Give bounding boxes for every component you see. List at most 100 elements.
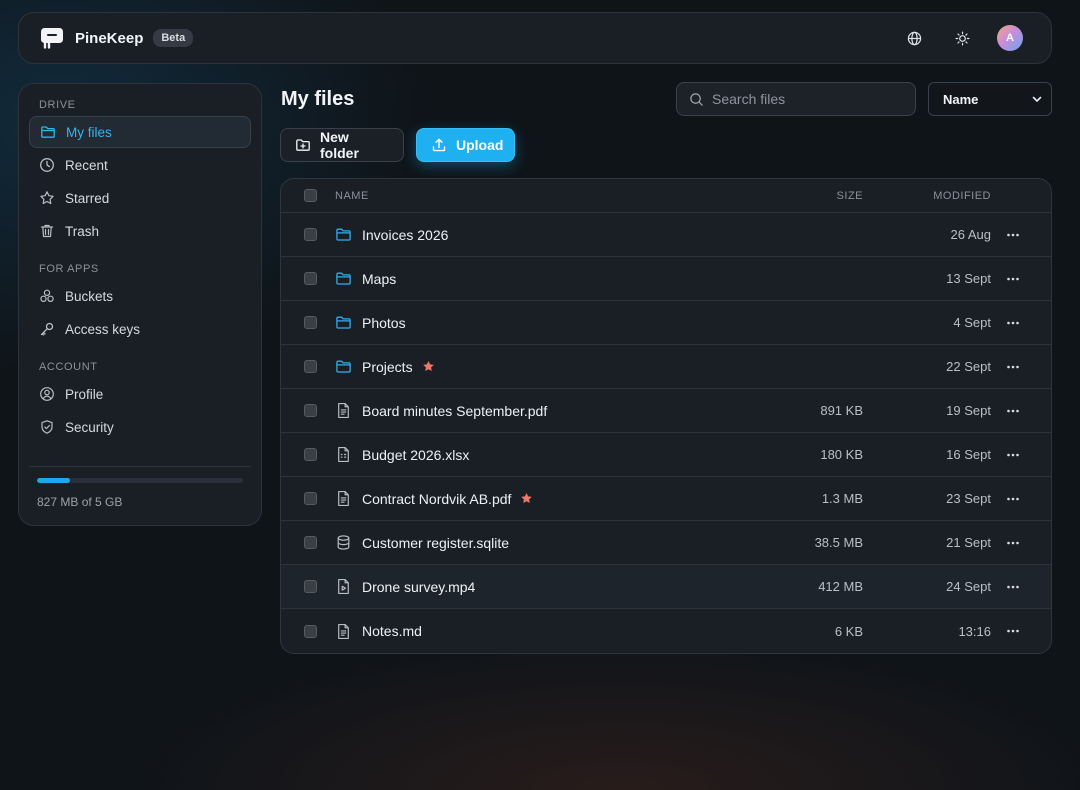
database-icon <box>335 534 352 551</box>
sort-selected-value: Name <box>943 91 979 107</box>
more-options-icon[interactable] <box>1005 227 1021 243</box>
folder-icon <box>335 314 352 331</box>
search-input[interactable]: Search files <box>676 82 916 116</box>
sidebar-divider <box>29 466 251 467</box>
file-row[interactable]: Customer register.sqlite 38.5 MB 21 Sept <box>281 521 1051 565</box>
sidebar-item-access-keys[interactable]: Access keys <box>29 313 251 345</box>
more-options-icon[interactable] <box>1005 271 1021 287</box>
file-row[interactable]: Invoices 2026 26 Aug <box>281 213 1051 257</box>
file-row[interactable]: Projects 22 Sept <box>281 345 1051 389</box>
sidebar-item-my-files[interactable]: My files <box>29 116 251 148</box>
select-all-checkbox[interactable] <box>304 189 317 202</box>
search-icon <box>689 92 704 107</box>
column-header-size[interactable]: SIZE <box>837 190 863 202</box>
sidebar-section-drive: DRIVE <box>39 99 76 111</box>
language-button[interactable] <box>899 23 929 53</box>
row-checkbox[interactable] <box>304 360 317 373</box>
file-modified: 23 Sept <box>946 491 991 506</box>
row-checkbox[interactable] <box>304 404 317 417</box>
sidebar-item-recent[interactable]: Recent <box>29 149 251 181</box>
upload-button[interactable]: Upload <box>416 128 515 162</box>
more-options-icon[interactable] <box>1005 403 1021 419</box>
column-header-name[interactable]: NAME <box>335 190 369 202</box>
key-icon <box>39 321 55 337</box>
app-name[interactable]: PineKeep <box>75 30 143 47</box>
file-name-text: Projects <box>362 358 413 375</box>
file-name[interactable]: Notes.md <box>362 623 422 639</box>
more-options-icon[interactable] <box>1005 447 1021 463</box>
video-file-icon <box>335 578 352 595</box>
storage-usage: 827 MB of 5 GB <box>37 478 243 509</box>
row-checkbox[interactable] <box>304 448 317 461</box>
sort-select[interactable]: Name <box>928 82 1052 116</box>
folder-icon <box>40 124 56 140</box>
document-icon <box>335 623 352 640</box>
file-name[interactable]: Contract Nordvik AB.pdf <box>362 491 533 507</box>
file-row[interactable]: Board minutes September.pdf 891 KB 19 Sept <box>281 389 1051 433</box>
more-options-icon[interactable] <box>1005 315 1021 331</box>
sidebar-item-buckets[interactable]: Buckets <box>29 280 251 312</box>
file-row[interactable]: Photos 4 Sept <box>281 301 1051 345</box>
file-size: 38.5 MB <box>814 535 863 550</box>
file-name-text: Photos <box>362 314 406 331</box>
file-row[interactable]: Drone survey.mp4 412 MB 24 Sept <box>281 565 1051 609</box>
sidebar-item-security[interactable]: Security <box>29 411 251 443</box>
pinekeep-logo-icon[interactable] <box>39 25 65 51</box>
more-options-icon[interactable] <box>1005 579 1021 595</box>
file-name[interactable]: Photos <box>362 315 406 331</box>
file-name[interactable]: Maps <box>362 271 396 287</box>
new-folder-button[interactable]: New folder <box>280 128 404 162</box>
file-row[interactable]: Maps 13 Sept <box>281 257 1051 301</box>
sidebar-item-label: Recent <box>65 157 108 173</box>
more-options-icon[interactable] <box>1005 491 1021 507</box>
file-name[interactable]: Board minutes September.pdf <box>362 403 547 419</box>
row-checkbox[interactable] <box>304 536 317 549</box>
file-name[interactable]: Customer register.sqlite <box>362 535 509 551</box>
table-header-row: NAME SIZE MODIFIED <box>281 179 1051 213</box>
column-header-modified[interactable]: MODIFIED <box>933 190 991 202</box>
sidebar-item-trash[interactable]: Trash <box>29 215 251 247</box>
file-modified: 24 Sept <box>946 579 991 594</box>
more-options-icon[interactable] <box>1005 359 1021 375</box>
file-size: 1.3 MB <box>821 491 863 506</box>
row-checkbox[interactable] <box>304 492 317 505</box>
file-size: 412 MB <box>818 579 863 594</box>
row-checkbox[interactable] <box>304 316 317 329</box>
star-icon <box>39 190 55 206</box>
file-name[interactable]: Drone survey.mp4 <box>362 579 475 595</box>
sun-icon <box>955 31 969 45</box>
clock-icon <box>39 157 55 173</box>
upload-label: Upload <box>456 137 504 153</box>
file-row[interactable]: Budget 2026.xlsx 180 KB 16 Sept <box>281 433 1051 477</box>
file-name[interactable]: Budget 2026.xlsx <box>362 447 469 463</box>
row-checkbox[interactable] <box>304 228 317 241</box>
user-avatar[interactable]: A <box>997 25 1023 51</box>
file-modified: 26 Aug <box>950 227 992 242</box>
sidebar-item-label: My files <box>66 124 112 140</box>
spreadsheet-icon <box>335 446 352 463</box>
row-checkbox[interactable] <box>304 272 317 285</box>
file-name[interactable]: Projects <box>362 359 435 375</box>
more-options-icon[interactable] <box>1005 623 1021 639</box>
theme-toggle-button[interactable] <box>947 23 977 53</box>
file-row[interactable]: Contract Nordvik AB.pdf 1.3 MB 23 Sept <box>281 477 1051 521</box>
file-name[interactable]: Invoices 2026 <box>362 227 448 243</box>
user-circle-icon <box>39 386 55 402</box>
top-bar: PineKeep Beta A <box>18 12 1052 64</box>
folder-icon <box>335 226 352 243</box>
sidebar-item-profile[interactable]: Profile <box>29 378 251 410</box>
file-name-text: Board minutes September.pdf <box>362 402 548 419</box>
trash-icon <box>39 223 55 239</box>
row-checkbox[interactable] <box>304 624 317 638</box>
sidebar-item-starred[interactable]: Starred <box>29 182 251 214</box>
starred-icon <box>422 360 435 373</box>
folder-icon <box>335 358 352 375</box>
row-checkbox[interactable] <box>304 580 317 593</box>
sidebar-item-label: Trash <box>65 223 100 239</box>
more-options-icon[interactable] <box>1005 535 1021 551</box>
storage-progress-fill <box>37 478 70 483</box>
sidebar-section-for-apps: FOR APPS <box>39 263 99 275</box>
file-name-text: Customer register.sqlite <box>362 534 510 551</box>
file-row[interactable]: Notes.md 6 KB 13:16 <box>281 609 1051 653</box>
file-modified: 16 Sept <box>946 447 991 462</box>
